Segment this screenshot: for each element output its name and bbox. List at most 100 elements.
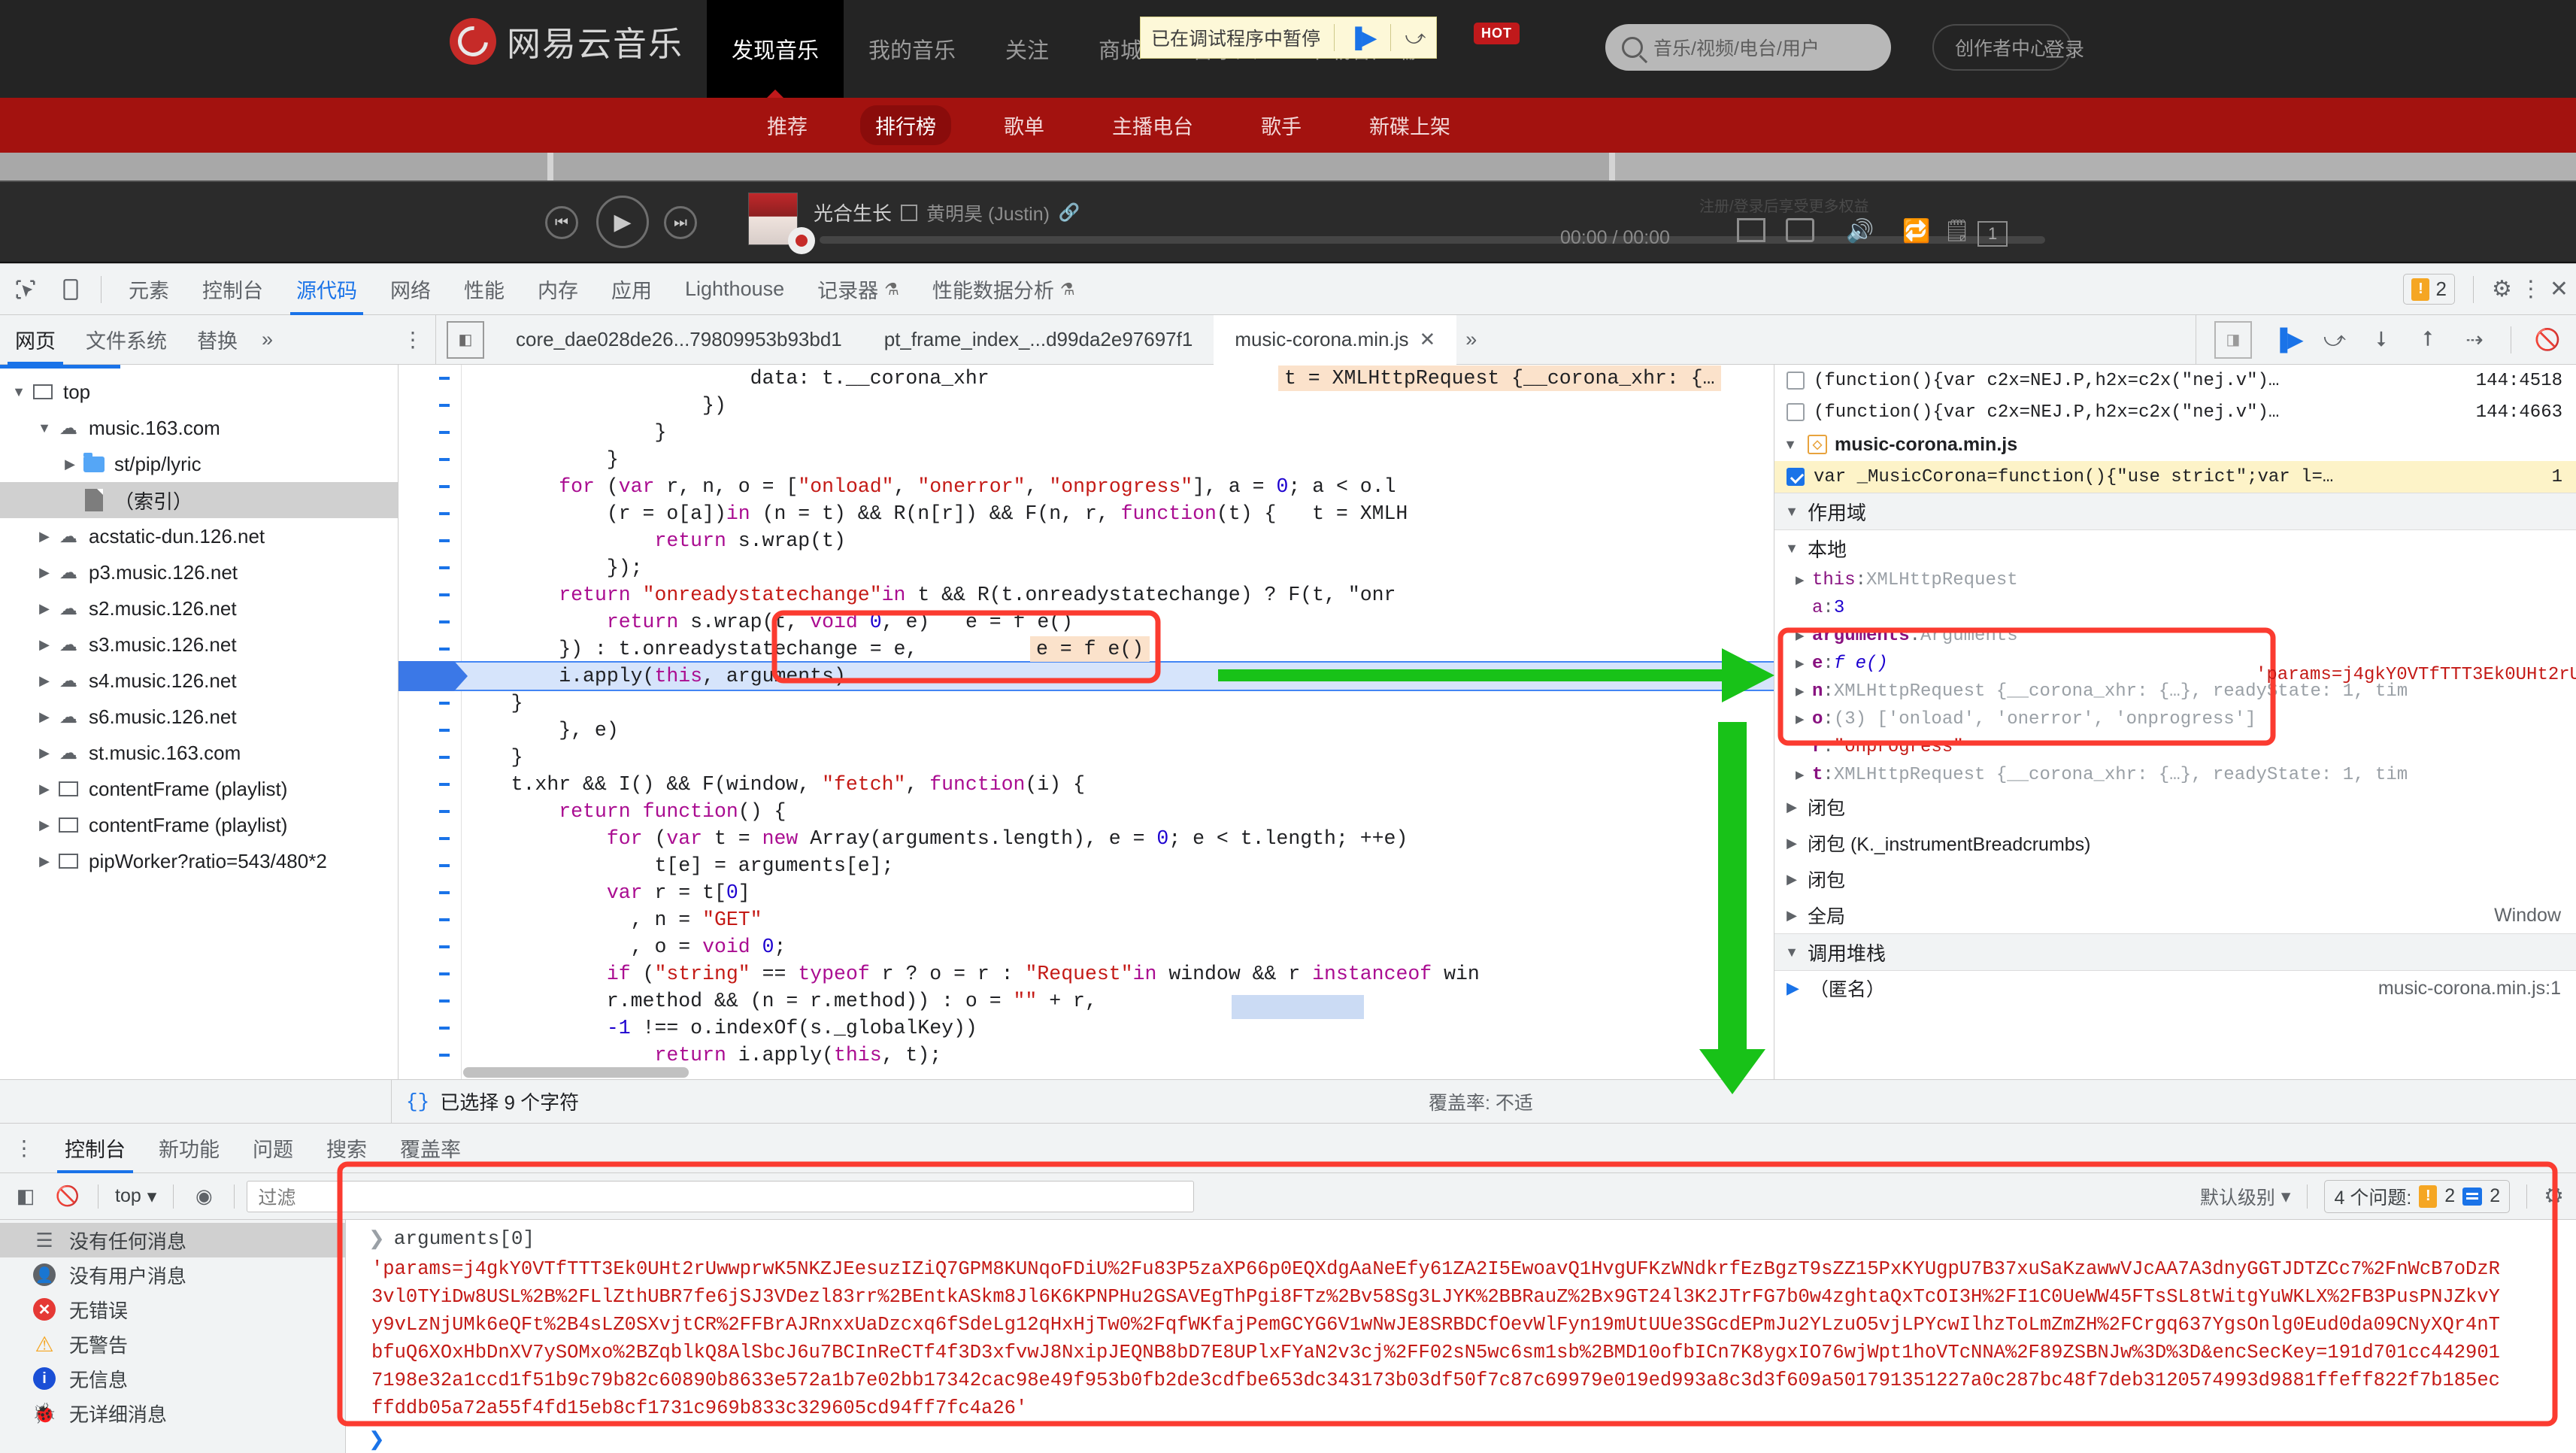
expand-triangle-icon[interactable]: ▶ bbox=[1796, 768, 1812, 782]
subnav-item-radio[interactable]: 主播电台 bbox=[1097, 105, 1208, 145]
progress-handle[interactable] bbox=[788, 227, 815, 254]
link-icon[interactable]: 🔗 bbox=[1059, 202, 1080, 223]
breakpoint-checkbox[interactable] bbox=[1787, 403, 1805, 421]
tab-application[interactable]: 应用 bbox=[595, 264, 668, 315]
closure-scope-row[interactable]: ▶ 闭包 bbox=[1774, 789, 2576, 825]
expand-triangle-icon[interactable]: ▶ bbox=[35, 854, 54, 869]
expand-triangle-icon[interactable]: ▶ bbox=[35, 818, 54, 833]
console-sidebar-item[interactable]: 👤 没有用户消息 bbox=[0, 1257, 345, 1292]
expand-triangle-icon[interactable]: ▶ bbox=[1782, 872, 1802, 887]
tab-memory[interactable]: 内存 bbox=[521, 264, 595, 315]
expand-triangle-icon[interactable]: ▼ bbox=[1780, 437, 1800, 453]
tab-performance[interactable]: 性能 bbox=[447, 264, 521, 315]
expand-triangle-icon[interactable]: ▼ bbox=[9, 384, 29, 400]
step-over-icon[interactable]: ⤻ bbox=[1399, 26, 1432, 50]
subnav-item-newalbum[interactable]: 新碟上架 bbox=[1354, 105, 1465, 145]
step-over-icon[interactable]: ⤻ bbox=[2314, 319, 2356, 361]
callstack-frame-row[interactable]: ▶ （匿名） music-corona.min.js:1 bbox=[1774, 971, 2576, 1006]
navigator-tab-page[interactable]: 网页 bbox=[0, 315, 71, 365]
closure-scope-row[interactable]: ▶ 全局 Window bbox=[1774, 897, 2576, 933]
nav-item-follow[interactable]: 关注 bbox=[980, 0, 1074, 98]
drawer-tab-coverage[interactable]: 覆盖率 bbox=[383, 1124, 477, 1173]
device-toolbar-icon[interactable] bbox=[51, 270, 90, 309]
closure-scope-row[interactable]: ▶ 闭包 bbox=[1774, 861, 2576, 897]
editor-tab-pt-frame[interactable]: pt_frame_index_...d99da2e97697f1 bbox=[863, 315, 1214, 365]
step-icon[interactable]: ⇢ bbox=[2453, 319, 2496, 361]
expand-triangle-icon[interactable]: ▶ bbox=[1796, 629, 1812, 643]
editor-tab-core[interactable]: core_dae028de26...79809953b93bd1 bbox=[495, 315, 863, 365]
show-navigator-icon[interactable]: ◧ bbox=[447, 320, 484, 359]
more-options-icon[interactable]: ⋮ bbox=[2520, 276, 2542, 302]
file-tree-row[interactable]: ▶ st/pip/lyric bbox=[0, 446, 398, 482]
console-sidebar-item[interactable]: ✕ 无错误 bbox=[0, 1292, 345, 1327]
pretty-print-icon[interactable]: {} bbox=[406, 1091, 429, 1113]
subnav-item-recommend[interactable]: 推荐 bbox=[752, 105, 823, 145]
drawer-tab-search[interactable]: 搜索 bbox=[310, 1124, 383, 1173]
console-filter-input[interactable]: 过滤 bbox=[247, 1180, 1195, 1212]
drawer-tab-issues[interactable]: 问题 bbox=[236, 1124, 310, 1173]
local-variable-row[interactable]: a: 3 bbox=[1774, 594, 2576, 622]
issues-badge[interactable]: 4 个问题: ! 2 2 bbox=[2324, 1179, 2511, 1213]
file-tree-row[interactable]: ▶ pipWorker?ratio=543/480*2 bbox=[0, 843, 398, 879]
repeat-icon[interactable]: 🔁 bbox=[1902, 218, 1931, 244]
expand-triangle-icon[interactable]: ▶ bbox=[35, 637, 54, 653]
inspect-element-icon[interactable] bbox=[6, 270, 45, 309]
expand-triangle-icon[interactable]: ▶ bbox=[1782, 836, 1802, 851]
add-to-playlist-icon[interactable] bbox=[1737, 218, 1765, 242]
code-gutter[interactable] bbox=[399, 365, 462, 1079]
console-sidebar-item[interactable]: 🐞 无详细消息 bbox=[0, 1396, 345, 1430]
breakpoint-file-row[interactable]: ▼ ◇ music-corona.min.js bbox=[1774, 428, 2576, 461]
expand-triangle-icon[interactable]: ▼ bbox=[35, 420, 54, 436]
site-search-box[interactable]: 音乐/视频/电台/用户 bbox=[1605, 24, 1891, 71]
expand-triangle-icon[interactable]: ▶ bbox=[1782, 799, 1802, 815]
resume-script-icon[interactable]: ▐▶ bbox=[2267, 319, 2309, 361]
next-track-icon[interactable]: ⏭ bbox=[664, 206, 697, 239]
tab-lighthouse[interactable]: Lighthouse bbox=[668, 264, 801, 315]
local-variable-row[interactable]: r: "onprogress" bbox=[1774, 733, 2576, 761]
clear-console-icon[interactable]: 🚫 bbox=[50, 1178, 86, 1215]
breakpoint-checkbox[interactable] bbox=[1787, 468, 1805, 486]
console-sidebar-item[interactable]: ⚠ 无警告 bbox=[0, 1327, 345, 1361]
file-tree-row[interactable]: ▶ contentFrame (playlist) bbox=[0, 771, 398, 807]
console-level-selector[interactable]: 默认级别 ▾ bbox=[2200, 1183, 2291, 1210]
navigator-more-tabs-icon[interactable]: » bbox=[253, 328, 282, 351]
console-settings-gear-icon[interactable]: ⚙ bbox=[2544, 1183, 2564, 1209]
nav-item-discover[interactable]: 发现音乐 bbox=[707, 0, 844, 99]
file-tree-row[interactable]: ▶ ☁ s2.music.126.net bbox=[0, 590, 398, 626]
expand-triangle-icon[interactable]: ▶ bbox=[1796, 684, 1812, 699]
netease-logo[interactable]: 网易云音乐 bbox=[450, 17, 683, 65]
deactivate-breakpoints-icon[interactable]: 🚫 bbox=[2526, 319, 2568, 361]
show-debugger-sidebar-icon[interactable]: ◨ bbox=[2214, 320, 2252, 359]
code-horizontal-scrollbar[interactable] bbox=[463, 1067, 1774, 1078]
expand-triangle-icon[interactable]: ▶ bbox=[1796, 712, 1812, 726]
drawer-tab-whatsnew[interactable]: 新功能 bbox=[142, 1124, 236, 1173]
navigator-tab-overrides[interactable]: 替换 bbox=[182, 315, 253, 365]
file-tree-row[interactable]: ▶ contentFrame (playlist) bbox=[0, 807, 398, 843]
console-sidebar-toggle-icon[interactable]: ◧ bbox=[8, 1178, 44, 1215]
editor-tab-music-corona[interactable]: music-corona.min.js ✕ bbox=[1214, 314, 1457, 365]
nav-item-my-music[interactable]: 我的音乐 bbox=[844, 0, 980, 98]
subnav-item-toplist[interactable]: 排行榜 bbox=[860, 105, 951, 145]
file-tree-row[interactable]: ▶ ☁ p3.music.126.net bbox=[0, 554, 398, 590]
warning-count-badge[interactable]: ! 2 bbox=[2403, 274, 2455, 305]
expand-triangle-icon[interactable]: ▶ bbox=[60, 457, 80, 472]
local-scope-header[interactable]: ▼ 本地 bbox=[1774, 530, 2576, 566]
local-variable-row[interactable]: ▶ arguments: Arguments bbox=[1774, 622, 2576, 650]
tab-elements[interactable]: 元素 bbox=[112, 264, 186, 315]
file-tree-row[interactable]: ▼ top bbox=[0, 374, 398, 410]
console-sidebar-item[interactable]: i 无信息 bbox=[0, 1361, 345, 1396]
breakpoint-checkbox[interactable] bbox=[1787, 372, 1805, 390]
console-sidebar-item[interactable]: ☰ 没有任何消息 bbox=[0, 1223, 345, 1257]
queue-icon[interactable]: 🗒 bbox=[1944, 218, 1972, 242]
breakpoint-row[interactable]: (function(){var c2x=NEJ.P,h2x=c2x("nej.v… bbox=[1774, 396, 2576, 428]
closure-scope-row[interactable]: ▶ 闭包 (K._instrumentBreadcrumbs) bbox=[1774, 825, 2576, 861]
resume-icon[interactable]: ▐▶ bbox=[1342, 26, 1383, 50]
live-expression-icon[interactable]: ◉ bbox=[186, 1178, 222, 1215]
expand-triangle-icon[interactable]: ▶ bbox=[35, 601, 54, 617]
step-into-icon[interactable]: ⭣ bbox=[2360, 319, 2402, 361]
settings-gear-icon[interactable]: ⚙ bbox=[2492, 276, 2512, 302]
close-devtools-icon[interactable]: ✕ bbox=[2550, 276, 2568, 302]
expand-triangle-icon[interactable]: ▶ bbox=[35, 673, 54, 689]
navigator-menu-icon[interactable]: ⋮ bbox=[402, 327, 423, 352]
file-tree-row[interactable]: ▶（索引） bbox=[0, 482, 398, 518]
